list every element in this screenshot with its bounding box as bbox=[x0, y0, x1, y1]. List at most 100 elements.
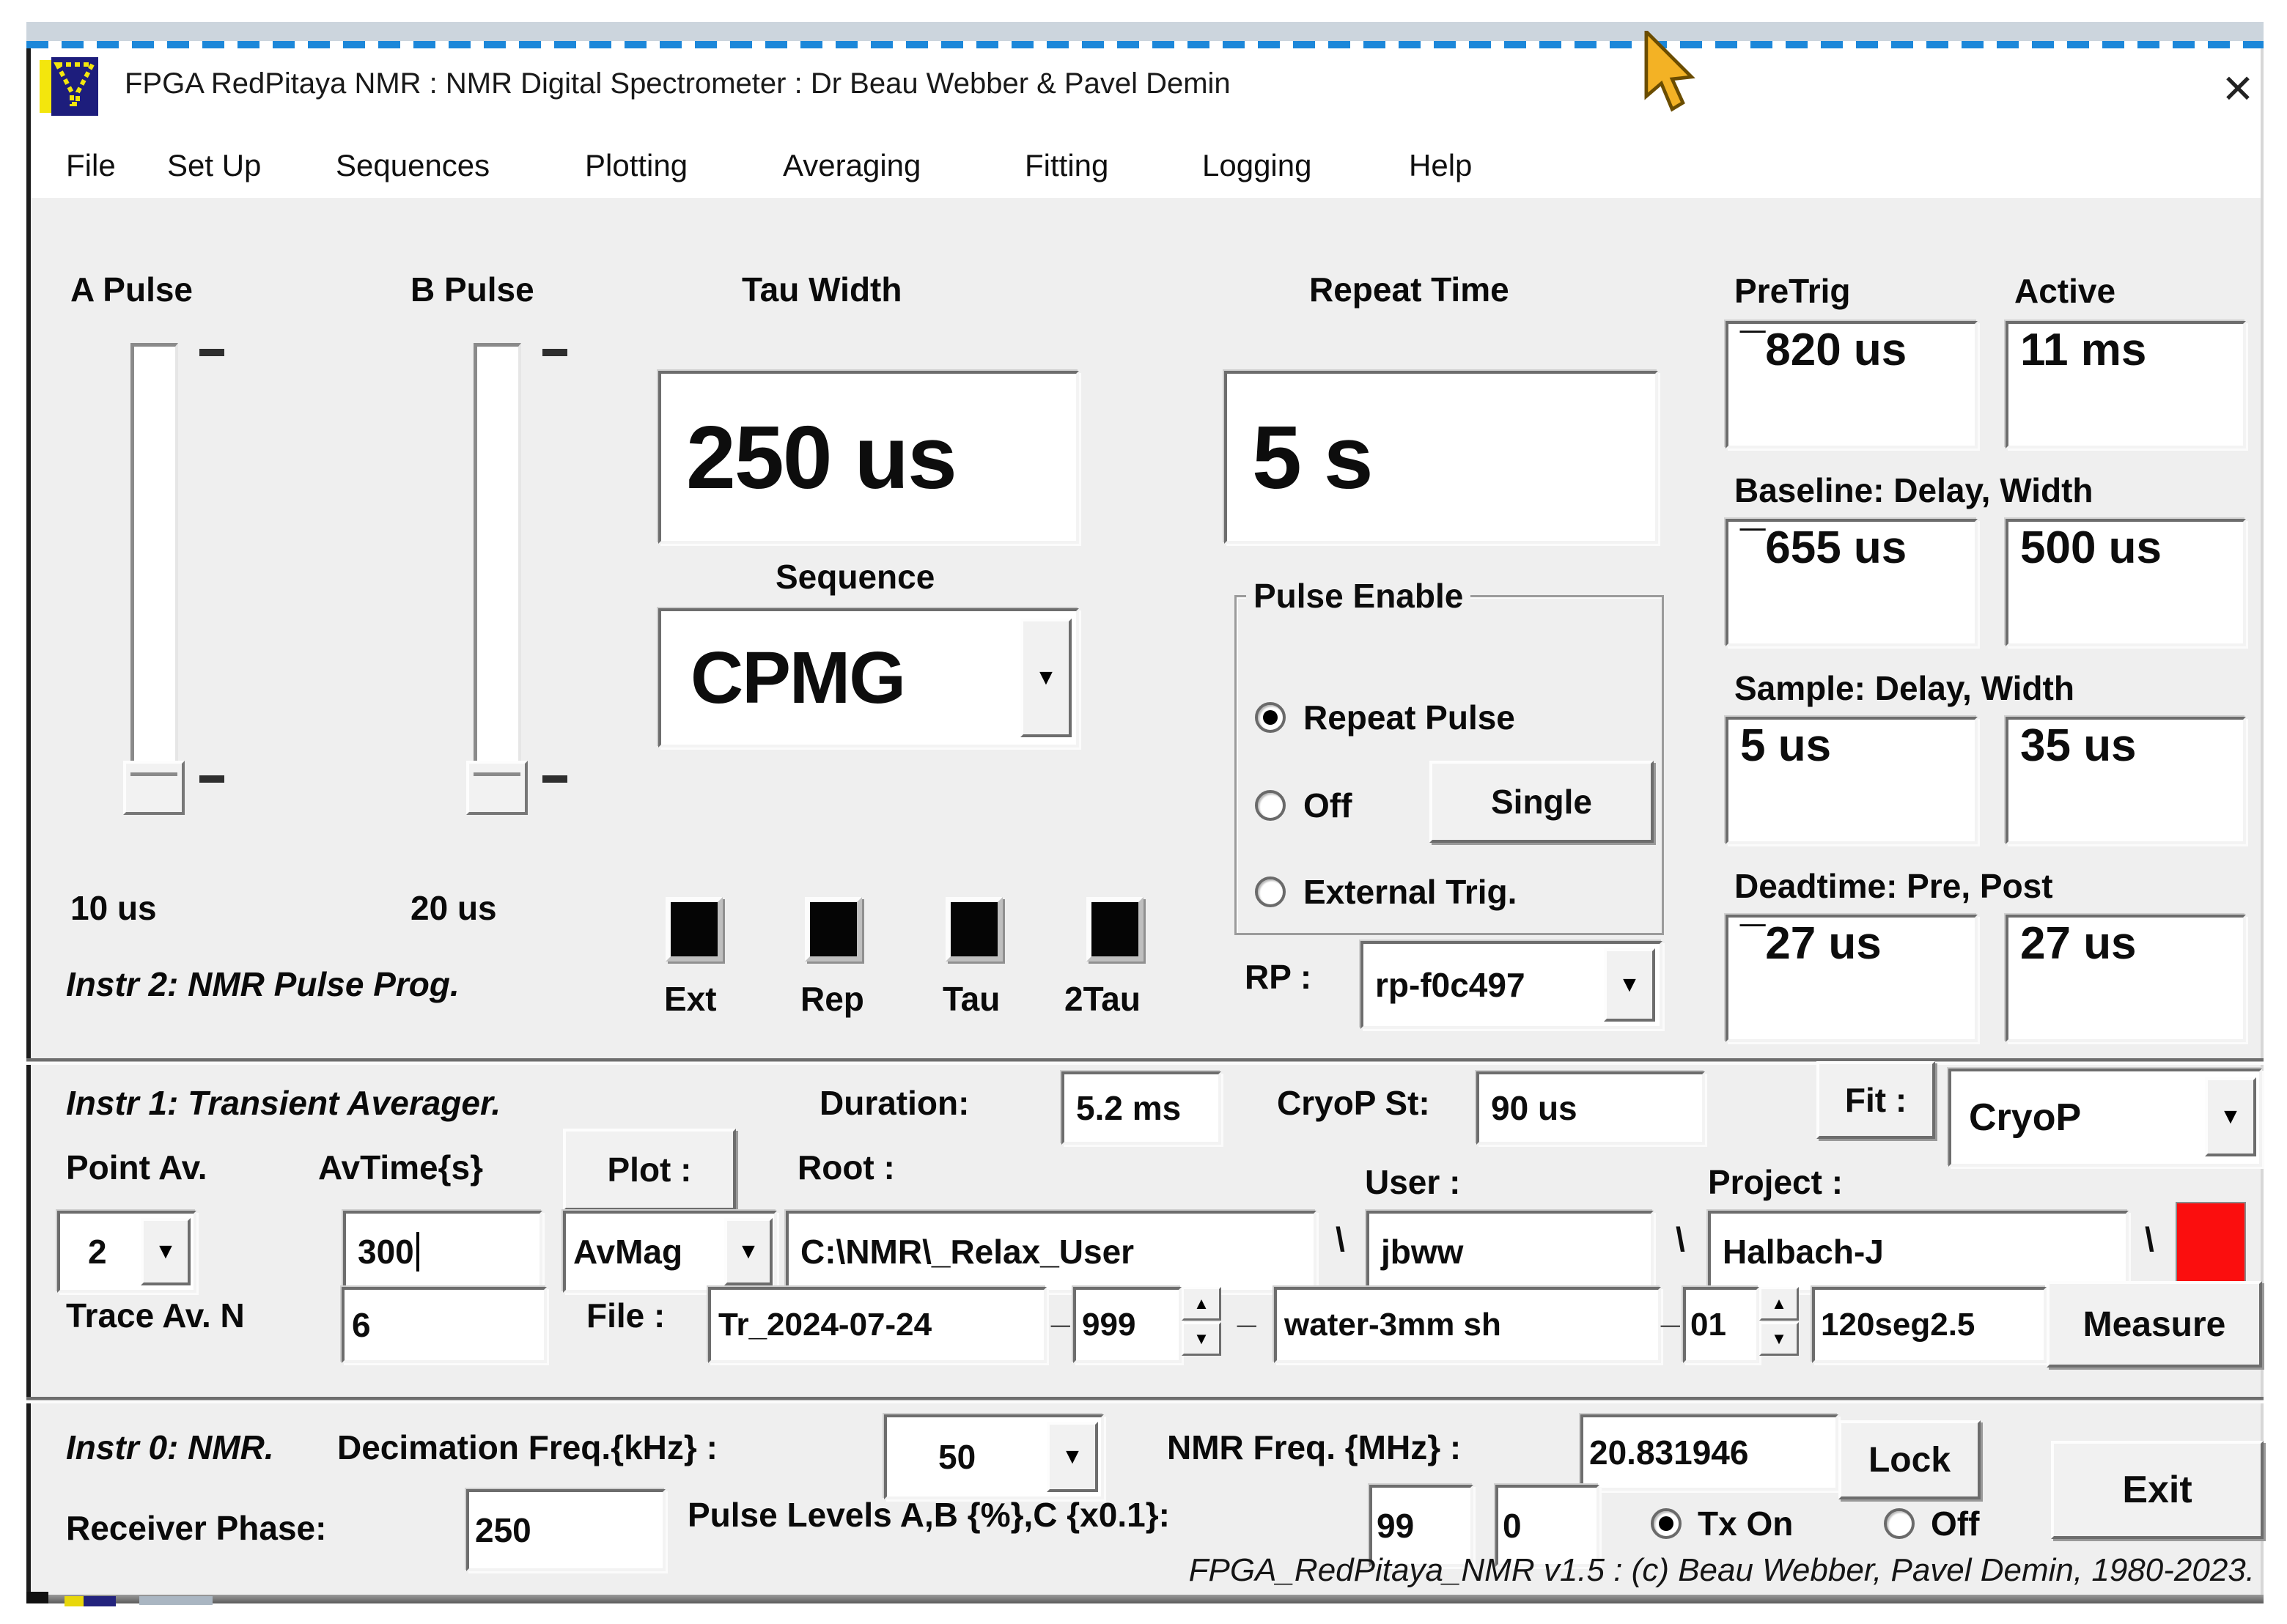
baseline-delay-field: ¯655 us bbox=[1726, 519, 1978, 646]
receiver-phase-input[interactable]: 250 bbox=[466, 1489, 666, 1571]
file-seq-input[interactable]: 999 bbox=[1073, 1287, 1182, 1363]
file-idx-spinner[interactable]: ▲ ▼ bbox=[1759, 1287, 1799, 1357]
menu-help[interactable]: Help bbox=[1409, 148, 1472, 183]
external-trig-radio[interactable] bbox=[1255, 876, 1286, 907]
b-pulse-value: 20 us bbox=[410, 888, 497, 928]
deadtime-post-field: 27 us bbox=[2006, 915, 2246, 1042]
point-av-dropdown-button[interactable]: ▼ bbox=[141, 1218, 191, 1285]
taskbar-icon-sliver bbox=[84, 1596, 116, 1606]
baseline-width-value: 500 us bbox=[2008, 522, 2162, 574]
cryop-st-field[interactable]: 90 us bbox=[1476, 1071, 1705, 1145]
file-date-input[interactable]: Tr_2024-07-24 bbox=[708, 1287, 1047, 1363]
fit-button[interactable]: Fit : bbox=[1816, 1061, 1935, 1139]
menu-averaging[interactable]: Averaging bbox=[783, 148, 921, 183]
window-top-strip bbox=[26, 22, 2264, 41]
b-pulse-slider-thumb[interactable] bbox=[466, 761, 528, 815]
nmr-freq-label: NMR Freq. {MHz} : bbox=[1167, 1428, 1461, 1467]
decimation-label: Decimation Freq.{kHz} : bbox=[337, 1428, 718, 1467]
off-radio[interactable] bbox=[1255, 790, 1286, 821]
project-color-swatch[interactable] bbox=[2176, 1202, 2246, 1291]
tau-width-value: 250 us bbox=[661, 406, 956, 509]
tx-off-label[interactable]: Off bbox=[1931, 1504, 1979, 1543]
a-pulse-slider-track[interactable] bbox=[130, 343, 178, 779]
active-label: Active bbox=[2014, 271, 2115, 311]
pulse-level-a-value: 99 bbox=[1372, 1506, 1414, 1546]
sequence-value: CPMG bbox=[661, 636, 905, 720]
repeat-pulse-label[interactable]: Repeat Pulse bbox=[1303, 698, 1515, 737]
tx-on-label[interactable]: Tx On bbox=[1698, 1504, 1793, 1543]
measure-button[interactable]: Measure bbox=[2047, 1281, 2262, 1368]
tx-on-radio[interactable] bbox=[1651, 1508, 1682, 1539]
menu-fitting[interactable]: Fitting bbox=[1025, 148, 1108, 183]
menu-set-up[interactable]: Set Up bbox=[167, 148, 261, 183]
deadtime-pre-value: ¯27 us bbox=[1728, 918, 1882, 970]
file-sample-value: water-3mm sh bbox=[1277, 1307, 1501, 1343]
root-value: C:\NMR\_Relax_User bbox=[789, 1232, 1134, 1271]
sequence-dropdown-button[interactable]: ▼ bbox=[1020, 619, 1072, 737]
a-pulse-value: 10 us bbox=[70, 888, 157, 928]
pulse-levels-label: Pulse Levels A,B {%},C {x0.1}: bbox=[688, 1495, 1170, 1535]
fit-value: CryoP bbox=[1951, 1096, 2081, 1140]
off-label[interactable]: Off bbox=[1303, 786, 1352, 825]
deadtime-post-value: 27 us bbox=[2008, 918, 2137, 970]
file-sample-input[interactable]: water-3mm sh bbox=[1274, 1287, 1661, 1363]
text-caret bbox=[416, 1232, 419, 1271]
close-button[interactable]: ✕ bbox=[2212, 63, 2264, 114]
menu-logging[interactable]: Logging bbox=[1202, 148, 1311, 183]
trace-av-value: 6 bbox=[345, 1305, 371, 1345]
rp-label: RP : bbox=[1245, 957, 1311, 997]
b-pulse-slider-track[interactable] bbox=[474, 343, 521, 779]
single-button[interactable]: Single bbox=[1429, 761, 1654, 843]
a-pulse-slider-thumb[interactable] bbox=[123, 761, 185, 815]
lock-button[interactable]: Lock bbox=[1838, 1420, 1981, 1499]
user-input[interactable]: jbww bbox=[1366, 1211, 1654, 1293]
sample-width-field: 35 us bbox=[2006, 717, 2246, 844]
file-label: File : bbox=[586, 1296, 665, 1335]
screen: FPGA RedPitaya NMR : NMR Digital Spectro… bbox=[0, 0, 2287, 1624]
menu-file[interactable]: File bbox=[66, 148, 116, 183]
window-focus-dashed-border bbox=[26, 41, 2264, 48]
duration-label: Duration: bbox=[820, 1083, 969, 1123]
exit-button[interactable]: Exit bbox=[2051, 1441, 2264, 1539]
menu-sequences[interactable]: Sequences bbox=[336, 148, 490, 183]
plot-button[interactable]: Plot : bbox=[563, 1129, 736, 1211]
deadtime-pre-field: ¯27 us bbox=[1726, 915, 1978, 1042]
external-trig-label[interactable]: External Trig. bbox=[1303, 872, 1517, 912]
repeat-pulse-radio[interactable] bbox=[1255, 702, 1286, 733]
chevron-down-icon: ▼ bbox=[155, 1239, 177, 1264]
chevron-down-icon: ▼ bbox=[1061, 1444, 1083, 1469]
indicator-ext-label: Ext bbox=[664, 979, 717, 1019]
menu-plotting[interactable]: Plotting bbox=[585, 148, 688, 183]
avtime-input[interactable]: 300 bbox=[343, 1211, 542, 1293]
rp-dropdown-button[interactable]: ▼ bbox=[1604, 948, 1655, 1022]
indicator-2tau-label: 2Tau bbox=[1064, 979, 1141, 1019]
tx-off-radio[interactable] bbox=[1884, 1508, 1915, 1539]
active-value: 11 ms bbox=[2008, 324, 2146, 376]
point-av-value: 2 bbox=[60, 1232, 107, 1271]
sequence-combo[interactable]: CPMG bbox=[658, 608, 1079, 748]
spin-down-icon: ▼ bbox=[1182, 1322, 1221, 1356]
user-value: jbww bbox=[1369, 1232, 1463, 1271]
indicator-rep-label: Rep bbox=[800, 979, 864, 1019]
plot-dropdown-button[interactable]: ▼ bbox=[724, 1218, 773, 1285]
lock-button-label: Lock bbox=[1868, 1440, 1951, 1480]
file-seg-field[interactable]: 120seg2.5 bbox=[1812, 1287, 2047, 1363]
point-av-label: Point Av. bbox=[66, 1148, 207, 1187]
trace-av-label: Trace Av. N bbox=[66, 1296, 245, 1335]
decimation-dropdown-button[interactable]: ▼ bbox=[1047, 1422, 1098, 1492]
indicator-2tau bbox=[1086, 897, 1144, 962]
pretrig-field: ¯820 us bbox=[1726, 321, 1978, 449]
receiver-phase-label: Receiver Phase: bbox=[66, 1508, 326, 1548]
nmr-freq-input[interactable]: 20.831946 bbox=[1580, 1414, 1838, 1491]
fit-dropdown-button[interactable]: ▼ bbox=[2205, 1077, 2256, 1156]
tau-width-field[interactable]: 250 us bbox=[658, 371, 1079, 544]
sample-label: Sample: Delay, Width bbox=[1734, 668, 2074, 708]
file-seq-spinner[interactable]: ▲ ▼ bbox=[1182, 1287, 1221, 1357]
root-input[interactable]: C:\NMR\_Relax_User bbox=[786, 1211, 1316, 1293]
spin-down-icon: ▼ bbox=[1759, 1322, 1799, 1356]
repeat-time-field[interactable]: 5 s bbox=[1224, 371, 1658, 544]
file-idx-input[interactable]: 01 bbox=[1683, 1287, 1759, 1363]
trace-av-input[interactable]: 6 bbox=[342, 1287, 547, 1363]
repeat-time-value: 5 s bbox=[1227, 406, 1372, 509]
taskbar-icon-sliver bbox=[65, 1596, 84, 1606]
